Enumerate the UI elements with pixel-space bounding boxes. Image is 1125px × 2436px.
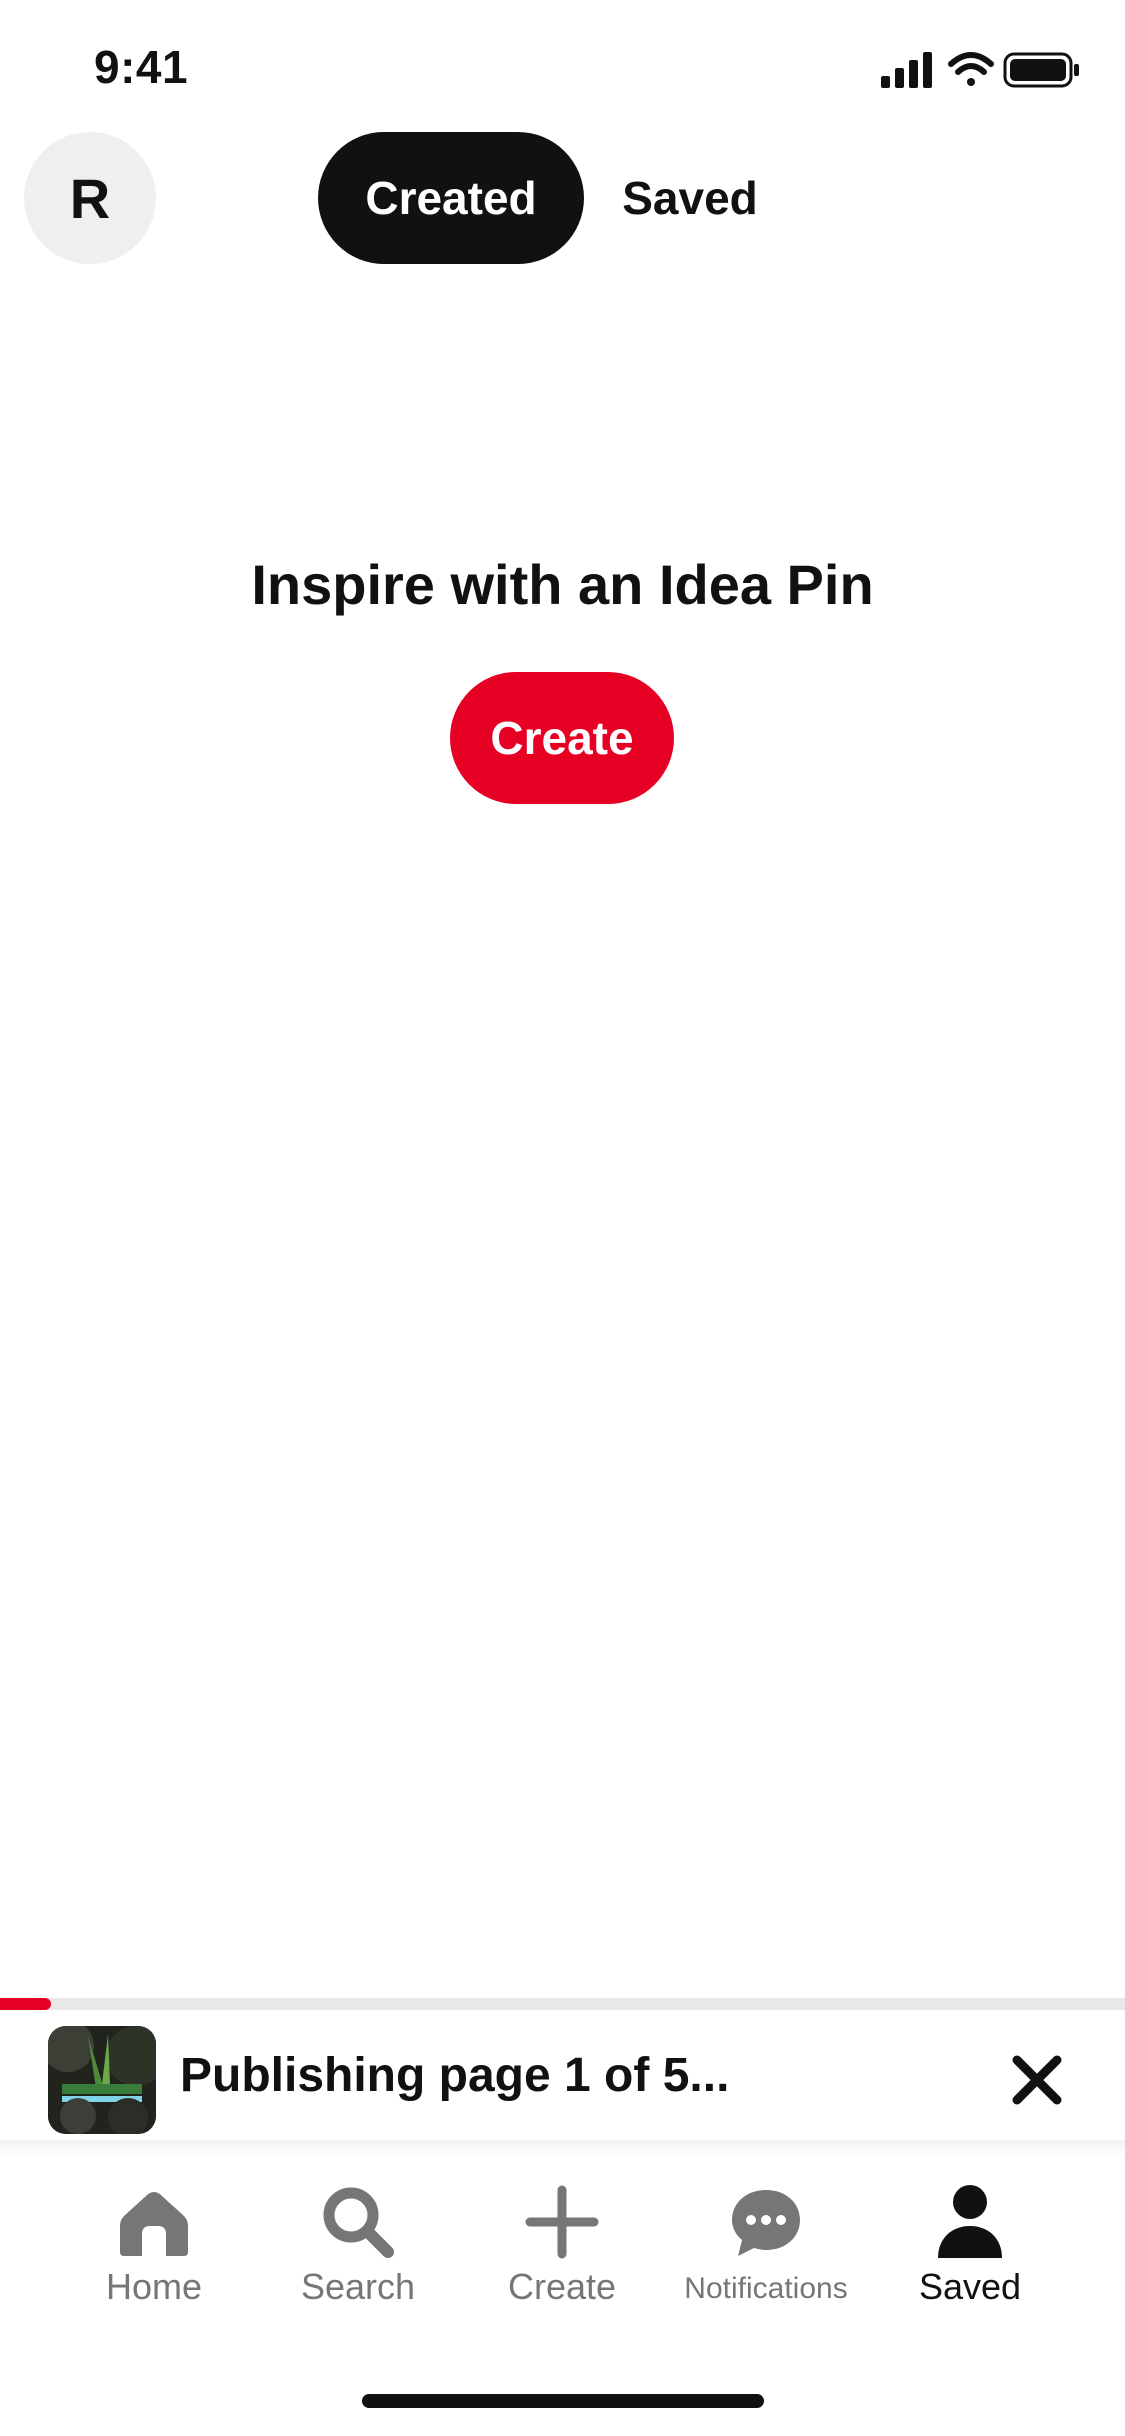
nav-item-search[interactable]: Search <box>258 2182 458 2332</box>
nav-label-search: Search <box>300 2266 416 2307</box>
nav-label-notifications: Notifications <box>684 2272 848 2305</box>
profile-avatar[interactable]: R <box>24 132 156 264</box>
chat-bubble-icon <box>732 2190 800 2256</box>
publishing-banner: Publishing page 1 of 5... <box>0 2010 1125 2156</box>
cellular-signal-icon <box>881 52 932 88</box>
person-icon <box>938 2185 1002 2258</box>
nav-item-notifications[interactable]: Notifications <box>666 2182 866 2332</box>
publishing-progress-fill <box>0 1998 51 2010</box>
nav-item-saved[interactable]: Saved <box>870 2182 1070 2332</box>
create-idea-pin-button[interactable]: Create <box>450 672 674 804</box>
bottom-navigation: Home Search Create Notifications Saved <box>0 2158 1125 2348</box>
close-icon <box>1012 2055 1062 2105</box>
nav-label-saved: Saved <box>918 2266 1022 2307</box>
home-indicator[interactable] <box>362 2394 764 2408</box>
nav-item-create[interactable]: Create <box>462 2182 662 2332</box>
nav-item-home[interactable]: Home <box>54 2182 254 2332</box>
home-icon <box>120 2192 188 2256</box>
banner-shadow <box>0 2140 1125 2158</box>
publishing-progress-bar <box>0 1998 1125 2010</box>
plus-icon <box>525 2185 599 2259</box>
nav-label-home: Home <box>105 2266 203 2307</box>
thumbnail-image <box>48 2026 156 2134</box>
empty-state-title: Inspire with an Idea Pin <box>251 553 874 616</box>
wifi-icon <box>948 52 994 86</box>
status-time: 9:41 <box>94 41 189 93</box>
tab-saved[interactable]: Saved <box>600 132 780 264</box>
publishing-status-text: Publishing page 1 of 5... <box>180 2049 730 2102</box>
close-publishing-button[interactable] <box>989 2032 1085 2128</box>
status-icons <box>881 52 1079 88</box>
publishing-thumbnail <box>48 2026 156 2134</box>
search-icon <box>323 2187 394 2258</box>
nav-label-create: Create <box>507 2266 617 2307</box>
profile-screen: 9:41 R Created Saved Inspire with an Ide… <box>0 0 1125 2436</box>
tab-created[interactable]: Created <box>318 132 584 264</box>
battery-icon <box>1003 52 1079 88</box>
